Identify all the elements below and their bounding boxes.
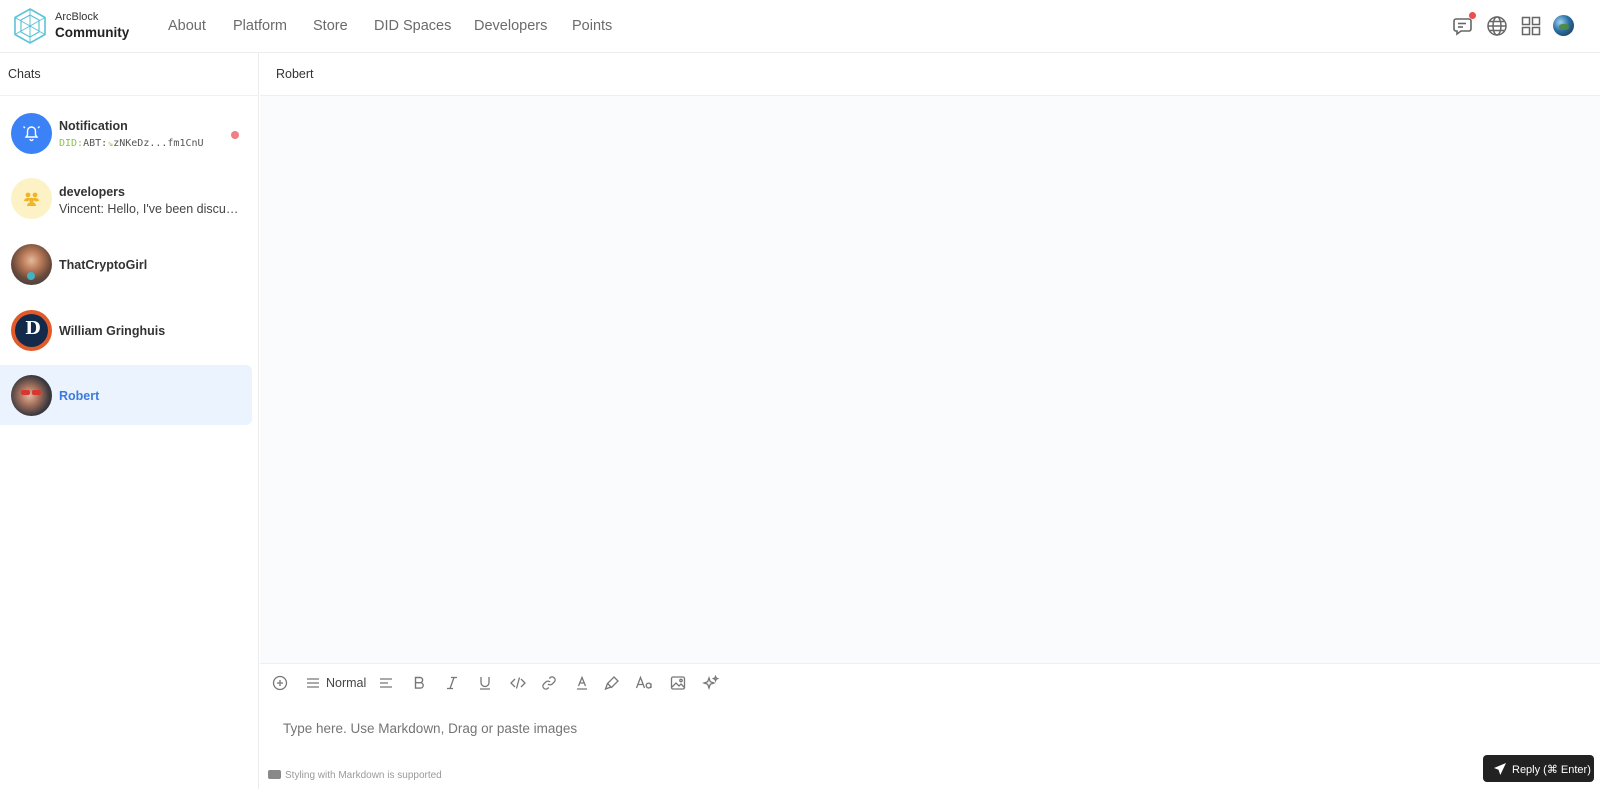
chat-name-thatcryptogirl: ThatCryptoGirl bbox=[59, 258, 148, 272]
message-input[interactable] bbox=[283, 708, 1433, 748]
nav-developers[interactable]: Developers bbox=[474, 18, 547, 34]
reply-button[interactable]: Reply (⌘ Enter) bbox=[1483, 755, 1594, 782]
nav-store[interactable]: Store bbox=[313, 18, 348, 34]
link-icon[interactable] bbox=[540, 674, 558, 692]
conversation-panel: Robert Normal Type here. Use Markdown, D… bbox=[260, 53, 1600, 789]
apps-grid-icon[interactable] bbox=[1519, 14, 1543, 38]
nav-points[interactable]: Points bbox=[572, 18, 612, 34]
group-icon bbox=[11, 178, 52, 219]
william-gringhuis-avatar: D bbox=[11, 310, 52, 351]
text-color-icon[interactable] bbox=[573, 674, 591, 692]
chat-sidebar: Chats Notification DID:ABT:⇘zNKeDz...fm1… bbox=[0, 53, 259, 789]
image-upload-icon[interactable] bbox=[669, 674, 687, 692]
chat-preview-developers: Vincent: Hello, I've been discussing... bbox=[59, 202, 244, 216]
user-avatar[interactable] bbox=[1553, 15, 1574, 36]
chat-item-thatcryptogirl[interactable]: ThatCryptoGirl bbox=[0, 234, 252, 294]
thatcryptogirl-avatar bbox=[11, 244, 52, 285]
reply-button-label: Reply (⌘ Enter) bbox=[1512, 764, 1591, 776]
chat-name-notification: Notification bbox=[59, 119, 128, 133]
bold-icon[interactable] bbox=[410, 674, 428, 692]
brand-bottom-text: Community bbox=[55, 25, 130, 40]
message-composer: Normal Type here. Use Markdown, Drag or … bbox=[260, 663, 1600, 789]
bell-icon bbox=[11, 113, 52, 154]
top-header: ArcBlock Community About Platform Store … bbox=[0, 0, 1600, 53]
chat-item-notification[interactable]: Notification DID:ABT:⇘zNKeDz...fm1CnU bbox=[0, 103, 252, 163]
chat-item-developers[interactable]: developers Vincent: Hello, I've been dis… bbox=[0, 168, 252, 228]
did-value: zNKeDz...fm1CnU bbox=[113, 138, 204, 149]
markdown-icon bbox=[268, 770, 281, 779]
message-area[interactable] bbox=[260, 96, 1600, 663]
notification-badge bbox=[1469, 12, 1476, 19]
sidebar-divider bbox=[0, 95, 259, 96]
did-type: ABT: bbox=[83, 138, 108, 149]
add-block-icon[interactable] bbox=[271, 674, 289, 692]
did-prefix: DID: bbox=[59, 138, 84, 149]
nav-did-spaces[interactable]: DID Spaces bbox=[374, 18, 451, 34]
align-left-icon[interactable] bbox=[377, 674, 395, 692]
did-address: DID:ABT:⇘zNKeDz...fm1CnU bbox=[59, 138, 204, 149]
ai-sparkle-icon[interactable] bbox=[702, 674, 720, 692]
block-type-icon[interactable] bbox=[304, 674, 322, 692]
robert-avatar bbox=[11, 375, 52, 416]
brand-top-text: ArcBlock bbox=[55, 11, 99, 23]
chat-item-william-gringhuis[interactable]: D William Gringhuis bbox=[0, 300, 252, 360]
chat-name-developers: developers bbox=[59, 185, 126, 199]
markdown-note: Styling with Markdown is supported bbox=[268, 770, 442, 781]
code-icon[interactable] bbox=[509, 674, 527, 692]
conversation-header: Robert bbox=[260, 53, 1600, 96]
underline-icon[interactable] bbox=[476, 674, 494, 692]
brand-name[interactable]: ArcBlock Community bbox=[55, 12, 129, 40]
arcblock-logo-icon[interactable] bbox=[12, 7, 48, 45]
nav-platform[interactable]: Platform bbox=[233, 18, 287, 34]
chat-name-robert: Robert bbox=[59, 389, 100, 403]
chat-item-robert[interactable]: Robert bbox=[0, 365, 252, 425]
highlight-icon[interactable] bbox=[603, 674, 621, 692]
italic-icon[interactable] bbox=[443, 674, 461, 692]
markdown-note-text: Styling with Markdown is supported bbox=[285, 770, 442, 781]
font-size-icon[interactable] bbox=[635, 674, 653, 692]
send-icon bbox=[1494, 763, 1506, 775]
nav-about[interactable]: About bbox=[168, 18, 206, 34]
sidebar-title: Chats bbox=[8, 67, 41, 81]
globe-icon[interactable] bbox=[1485, 14, 1509, 38]
chat-name-william-gringhuis: William Gringhuis bbox=[59, 324, 166, 338]
block-type-select[interactable]: Normal bbox=[326, 676, 366, 690]
conversation-title: Robert bbox=[276, 67, 314, 81]
unread-indicator bbox=[231, 131, 239, 139]
